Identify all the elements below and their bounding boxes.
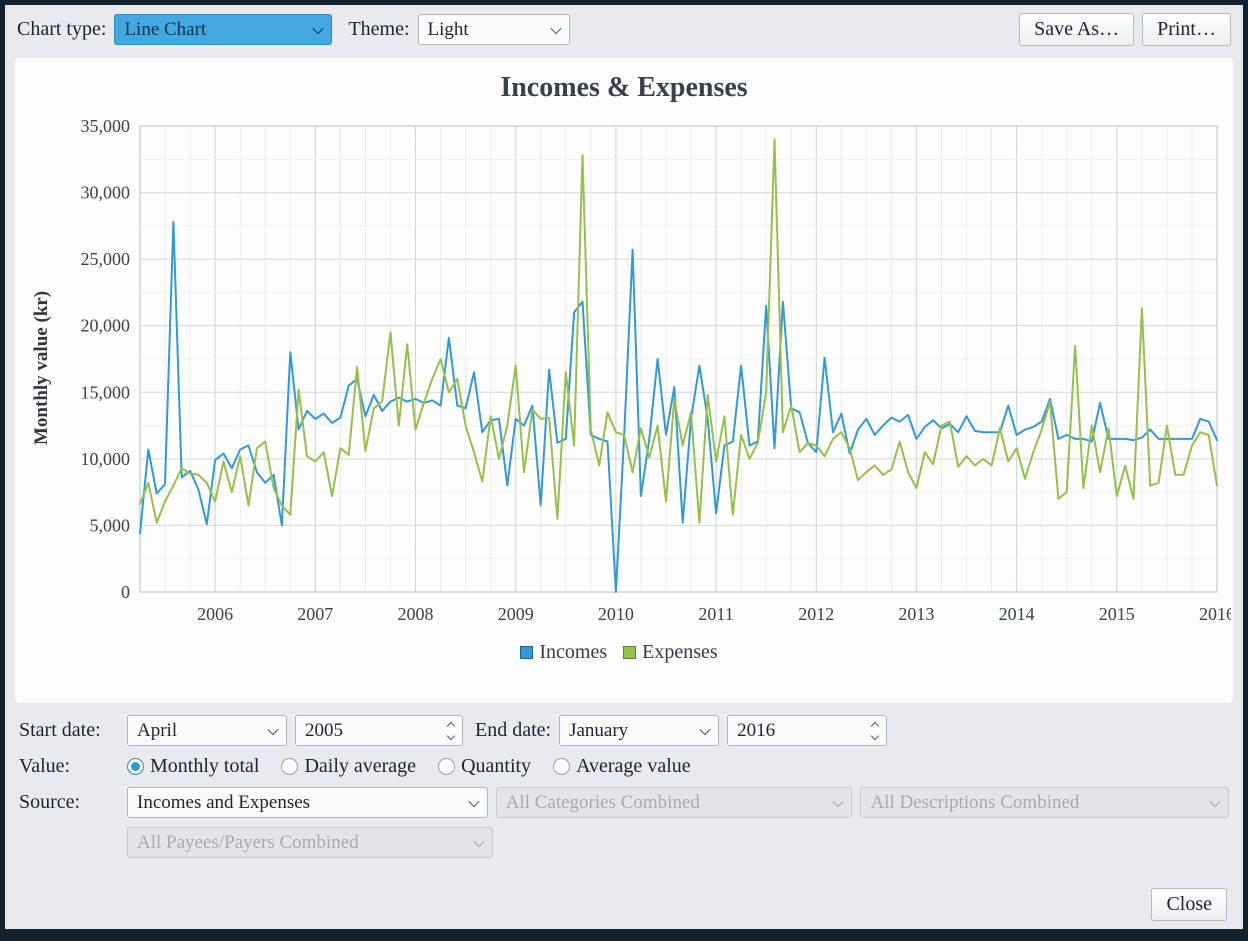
svg-text:2014: 2014 [999, 604, 1035, 624]
end-year-value: 2016 [737, 720, 872, 742]
date-range-row: Start date: April 2005 End date: January… [19, 715, 1229, 746]
incomes-legend-label: Incomes [539, 641, 607, 664]
svg-text:2015: 2015 [1099, 604, 1135, 624]
source-row-2: All Payees/Payers Combined [19, 827, 1229, 858]
source-payee-value: All Payees/Payers Combined [137, 832, 359, 854]
svg-text:2011: 2011 [698, 604, 733, 624]
chevron-down-icon [267, 723, 278, 734]
start-month-select[interactable]: April [127, 715, 287, 746]
radio-daily-average[interactable]: Daily average [281, 755, 416, 778]
chart-type-label: Chart type: [17, 18, 106, 41]
svg-text:10,000: 10,000 [81, 449, 131, 469]
toolbar: Chart type: Line Chart Theme: Light Save… [5, 5, 1243, 54]
source-description-select[interactable]: All Descriptions Combined [860, 787, 1229, 818]
chevron-down-icon [833, 795, 844, 806]
theme-select[interactable]: Light [418, 14, 570, 45]
svg-text:2016: 2016 [1199, 604, 1231, 624]
radio-quantity[interactable]: Quantity [438, 755, 531, 778]
radio-icon [281, 758, 298, 775]
end-month-value: January [569, 720, 628, 742]
chart-svg: 0 5,000 10,000 15,000 20,000 25,000 30,000 35,0… [15, 114, 1231, 634]
svg-text:25,000: 25,000 [81, 249, 131, 269]
close-row: Close [21, 862, 1227, 929]
end-month-select[interactable]: January [559, 715, 719, 746]
svg-text:0: 0 [121, 582, 130, 602]
source-category-value: All Categories Combined [506, 792, 700, 814]
svg-text:35,000: 35,000 [81, 116, 131, 136]
svg-text:2009: 2009 [498, 604, 534, 624]
source-category-select[interactable]: All Categories Combined [496, 787, 853, 818]
print-button[interactable]: Print… [1142, 13, 1231, 46]
svg-text:2012: 2012 [798, 604, 834, 624]
svg-text:30,000: 30,000 [81, 183, 131, 203]
spinner-arrows-icon[interactable] [872, 723, 880, 739]
start-month-value: April [137, 720, 177, 742]
svg-text:2010: 2010 [598, 604, 634, 624]
radio-label: Quantity [461, 755, 531, 778]
radio-icon [553, 758, 570, 775]
end-year-spinner[interactable]: 2016 [727, 715, 887, 746]
source-account-value: Incomes and Expenses [137, 792, 310, 814]
radio-monthly-total[interactable]: Monthly total [127, 755, 259, 778]
source-label: Source: [19, 791, 119, 814]
chart-title: Incomes & Expenses [15, 58, 1233, 114]
save-as-button[interactable]: Save As… [1019, 13, 1134, 46]
chevron-down-icon [313, 22, 324, 33]
end-date-label: End date: [475, 719, 551, 742]
controls-panel: Start date: April 2005 End date: January… [19, 715, 1229, 858]
source-account-select[interactable]: Incomes and Expenses [127, 787, 488, 818]
chart-type-select[interactable]: Line Chart [114, 14, 332, 45]
chart-type-value: Line Chart [124, 19, 206, 41]
svg-text:2013: 2013 [898, 604, 934, 624]
start-year-spinner[interactable]: 2005 [295, 715, 463, 746]
spinner-arrows-icon[interactable] [448, 723, 456, 739]
chevron-down-icon [550, 22, 561, 33]
chart-legend: Incomes Expenses [15, 641, 1233, 664]
chart-panel: Incomes & Expenses Monthly value (kr) 0 5… [15, 58, 1233, 703]
y-axis-label: Monthly value (kr) [29, 148, 55, 588]
radio-icon [438, 758, 455, 775]
radio-average-value[interactable]: Average value [553, 755, 691, 778]
svg-text:5,000: 5,000 [90, 515, 131, 535]
chevron-down-icon [473, 835, 484, 846]
value-label: Value: [19, 755, 119, 778]
chevron-down-icon [699, 723, 710, 734]
value-row: Value: Monthly total Daily average Quant… [19, 755, 1229, 778]
start-year-value: 2005 [305, 720, 448, 742]
radio-icon [127, 758, 144, 775]
svg-text:2007: 2007 [297, 604, 333, 624]
svg-text:20,000: 20,000 [81, 316, 131, 336]
source-description-value: All Descriptions Combined [870, 792, 1079, 814]
close-button[interactable]: Close [1151, 888, 1227, 921]
chevron-down-icon [468, 795, 479, 806]
expenses-legend-label: Expenses [642, 641, 718, 664]
radio-label: Average value [576, 755, 691, 778]
svg-text:2006: 2006 [197, 604, 233, 624]
incomes-legend-swatch [520, 646, 533, 659]
theme-label: Theme: [348, 18, 409, 41]
chevron-down-icon [1209, 795, 1220, 806]
start-date-label: Start date: [19, 719, 119, 742]
radio-label: Daily average [304, 755, 416, 778]
chart-dialog-window: Chart type: Line Chart Theme: Light Save… [0, 0, 1248, 941]
expenses-legend-swatch [623, 646, 636, 659]
theme-value: Light [428, 19, 469, 41]
svg-text:15,000: 15,000 [81, 382, 131, 402]
source-row: Source: Incomes and Expenses All Categor… [19, 787, 1229, 818]
svg-text:2008: 2008 [398, 604, 434, 624]
source-payee-select[interactable]: All Payees/Payers Combined [127, 827, 493, 858]
radio-label: Monthly total [150, 755, 259, 778]
